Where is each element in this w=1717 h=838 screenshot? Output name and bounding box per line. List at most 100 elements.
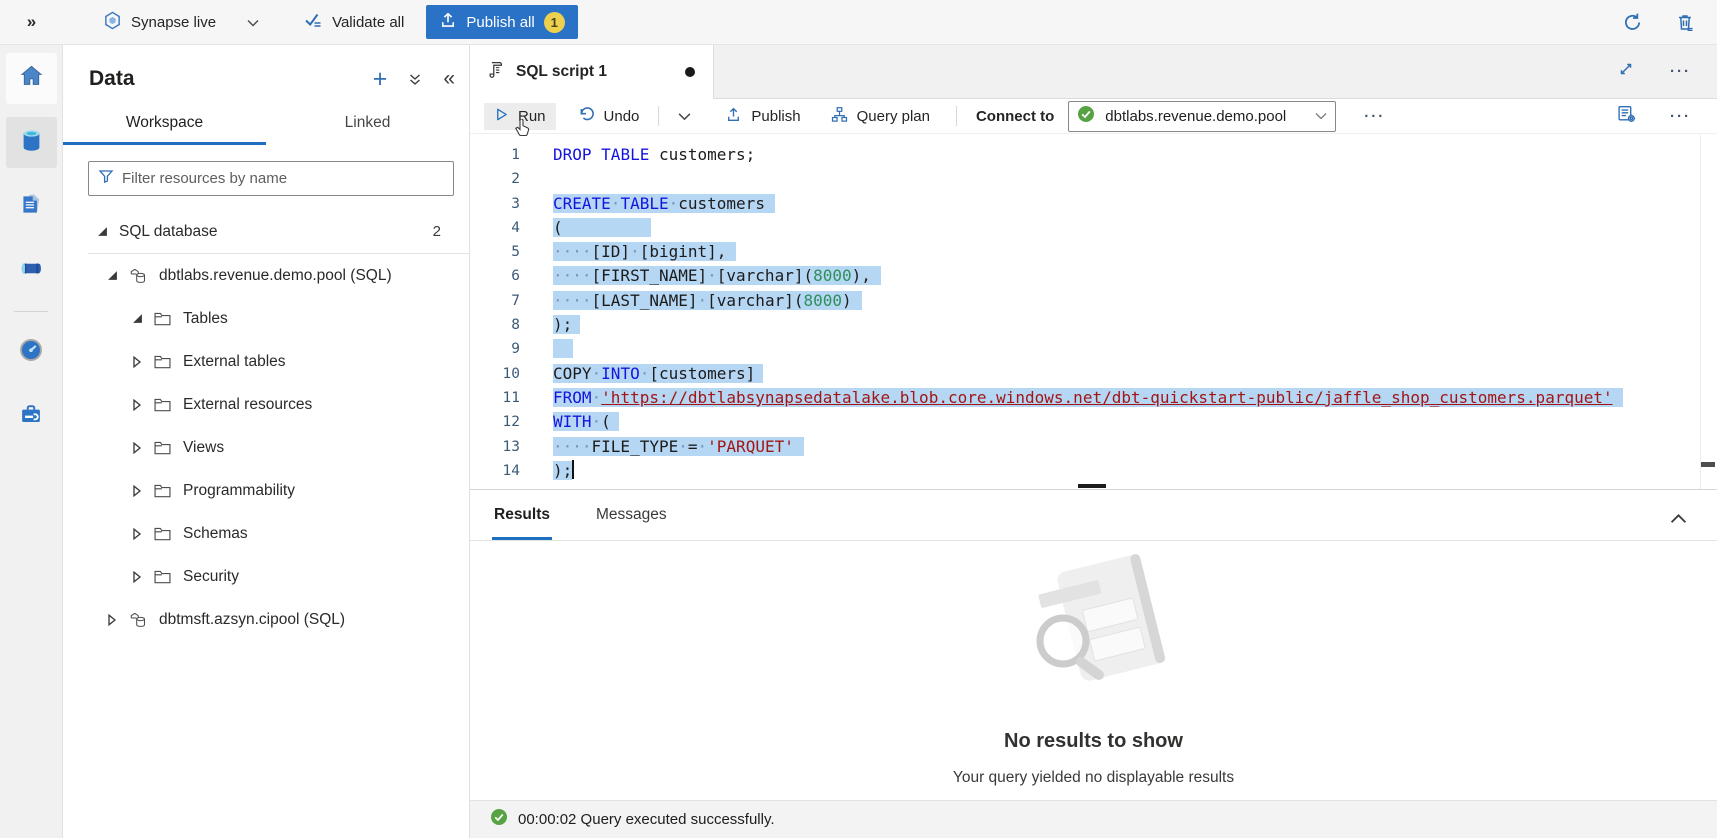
code-line-10[interactable]: 10COPY·INTO·[customers] bbox=[470, 362, 1717, 386]
code-line-11[interactable]: 11FROM·'https://dbtlabsynapsedatalake.bl… bbox=[470, 386, 1717, 410]
nav-develop[interactable] bbox=[6, 181, 57, 232]
tree-item-security[interactable]: Security bbox=[63, 555, 469, 598]
collapsed-twisty-icon[interactable] bbox=[132, 356, 154, 368]
collapsed-twisty-icon[interactable] bbox=[107, 614, 129, 626]
expand-editor-icon[interactable] bbox=[1618, 61, 1634, 82]
tree-item-external-resources[interactable]: External resources bbox=[63, 383, 469, 426]
expand-menu-icon[interactable]: » bbox=[0, 12, 63, 32]
refresh-icon[interactable] bbox=[1622, 12, 1643, 33]
code-line-1[interactable]: 1DROP TABLE customers; bbox=[470, 143, 1717, 167]
expanded-twisty-icon[interactable] bbox=[97, 226, 119, 237]
selection-highlight: CREATE·TABLE·customers bbox=[553, 194, 775, 213]
run-options-chevron[interactable] bbox=[668, 108, 701, 125]
nav-integrate[interactable] bbox=[6, 245, 57, 296]
line-content bbox=[520, 337, 573, 361]
validate-all-button[interactable]: Validate all bbox=[303, 10, 404, 34]
scrollbar-track[interactable] bbox=[1700, 134, 1701, 489]
collapsed-twisty-icon[interactable] bbox=[132, 571, 154, 583]
nav-monitor[interactable] bbox=[6, 327, 57, 378]
collapsed-twisty-icon[interactable] bbox=[132, 399, 154, 411]
code-line-4[interactable]: 4( bbox=[470, 216, 1717, 240]
code-line-8[interactable]: 8); bbox=[470, 313, 1717, 337]
expanded-twisty-icon[interactable] bbox=[132, 313, 154, 324]
folder-icon bbox=[154, 354, 171, 369]
code-line-3[interactable]: 3CREATE·TABLE·customers bbox=[470, 192, 1717, 216]
tab-more-options[interactable]: ··· bbox=[1670, 63, 1691, 80]
tree-item-schemas[interactable]: Schemas bbox=[63, 512, 469, 555]
results-splitter-handle[interactable] bbox=[1078, 484, 1106, 488]
unsaved-dot-icon bbox=[685, 67, 695, 77]
selection-highlight: ····[ID]·[bigint], bbox=[553, 242, 736, 261]
line-content: ····[ID]·[bigint], bbox=[520, 240, 736, 264]
line-content: CREATE·TABLE·customers bbox=[520, 192, 775, 216]
add-resource-icon[interactable]: + bbox=[373, 69, 388, 89]
filter-box bbox=[88, 161, 454, 196]
code-line-12[interactable]: 12WITH·( bbox=[470, 410, 1717, 434]
expanded-twisty-icon[interactable] bbox=[107, 270, 129, 281]
tree-item-label: dbtlabs.revenue.demo.pool (SQL) bbox=[159, 267, 392, 285]
document-title: SQL script 1 bbox=[516, 63, 607, 81]
code-line-7[interactable]: 7····[LAST_NAME]·[varchar](8000) bbox=[470, 289, 1717, 313]
code-line-9[interactable]: 9 bbox=[470, 337, 1717, 361]
sql-pool-icon bbox=[129, 267, 147, 285]
tree-item-views[interactable]: Views bbox=[63, 426, 469, 469]
filter-input[interactable] bbox=[122, 170, 444, 187]
collapse-panel-icon[interactable]: « bbox=[443, 71, 455, 87]
code-line-14[interactable]: 14); bbox=[470, 459, 1717, 483]
connection-dropdown[interactable]: dbtlabs.revenue.demo.pool bbox=[1068, 101, 1336, 132]
code-line-2[interactable]: 2 bbox=[470, 167, 1717, 191]
tab-messages[interactable]: Messages bbox=[594, 494, 669, 540]
line-number: 9 bbox=[470, 337, 520, 361]
nav-home[interactable] bbox=[6, 53, 57, 104]
synapse-studio-window: » Synapse live Validate all bbox=[0, 0, 1717, 838]
tree-item-label: Schemas bbox=[183, 525, 248, 543]
toolbar-more-options[interactable]: ··· bbox=[1364, 108, 1385, 125]
nav-data[interactable] bbox=[6, 117, 57, 168]
line-content: ); bbox=[520, 313, 580, 337]
tree-item-count: 2 bbox=[433, 223, 469, 240]
code-line-5[interactable]: 5····[ID]·[bigint], bbox=[470, 240, 1717, 264]
collapsed-twisty-icon[interactable] bbox=[132, 442, 154, 454]
properties-icon[interactable] bbox=[1617, 104, 1636, 128]
tree-item-label: Programmability bbox=[183, 482, 295, 500]
tree-item-dbtmsft-azsyn-cipool-sql[interactable]: dbtmsft.azsyn.cipool (SQL) bbox=[63, 598, 469, 641]
sql-code-editor[interactable]: 1DROP TABLE customers;23CREATE·TABLE·cus… bbox=[470, 134, 1717, 489]
folder-icon bbox=[154, 311, 171, 326]
collapsed-twisty-icon[interactable] bbox=[132, 528, 154, 540]
selection-highlight: ····[LAST_NAME]·[varchar](8000) bbox=[553, 291, 862, 310]
tree-item-sql-database[interactable]: SQL database 2 bbox=[63, 210, 469, 253]
environment-label: Synapse live bbox=[131, 14, 216, 31]
collapse-results-chevron-icon[interactable] bbox=[1670, 513, 1687, 524]
tab-results[interactable]: Results bbox=[492, 494, 552, 540]
integrate-icon bbox=[18, 255, 45, 287]
chevron-down-icon bbox=[247, 14, 259, 31]
tab-workspace[interactable]: Workspace bbox=[63, 105, 266, 145]
tree-item-tables[interactable]: Tables bbox=[63, 297, 469, 340]
tree-item-label: SQL database bbox=[119, 223, 218, 241]
publish-label: Publish bbox=[751, 108, 800, 125]
tree-item-external-tables[interactable]: External tables bbox=[63, 340, 469, 383]
environment-switcher[interactable]: Synapse live bbox=[103, 11, 259, 34]
overview-cursor-marker bbox=[1701, 462, 1715, 467]
code-line-6[interactable]: 6····[FIRST_NAME]·[varchar](8000), bbox=[470, 264, 1717, 288]
collapsed-twisty-icon[interactable] bbox=[132, 485, 154, 497]
run-button[interactable]: Run bbox=[484, 103, 556, 130]
discard-trash-icon[interactable] bbox=[1675, 12, 1695, 32]
publish-button[interactable]: Publish bbox=[715, 102, 810, 131]
publish-count-badge: 1 bbox=[544, 12, 565, 33]
monitor-icon bbox=[18, 337, 44, 368]
query-plan-button[interactable]: Query plan bbox=[821, 102, 940, 131]
code-line-13[interactable]: 13····FILE_TYPE·=·'PARQUET' bbox=[470, 435, 1717, 459]
line-number: 13 bbox=[470, 435, 520, 459]
undo-button[interactable]: Undo bbox=[568, 102, 650, 131]
nav-manage[interactable] bbox=[6, 391, 57, 442]
publish-all-button[interactable]: Publish all 1 bbox=[426, 5, 577, 39]
editor-more-options[interactable]: ··· bbox=[1670, 108, 1691, 125]
double-chevron-down-icon[interactable] bbox=[408, 72, 422, 87]
tab-linked[interactable]: Linked bbox=[266, 105, 469, 145]
run-play-icon bbox=[494, 107, 509, 126]
tree-item-dbtlabs-revenue-demo-pool-sql[interactable]: dbtlabs.revenue.demo.pool (SQL) bbox=[63, 254, 469, 297]
tree-item-programmability[interactable]: Programmability bbox=[63, 469, 469, 512]
tab-sql-script-1[interactable]: SQL script 1 bbox=[470, 45, 714, 99]
line-content: FROM·'https://dbtlabsynapsedatalake.blob… bbox=[520, 386, 1623, 410]
